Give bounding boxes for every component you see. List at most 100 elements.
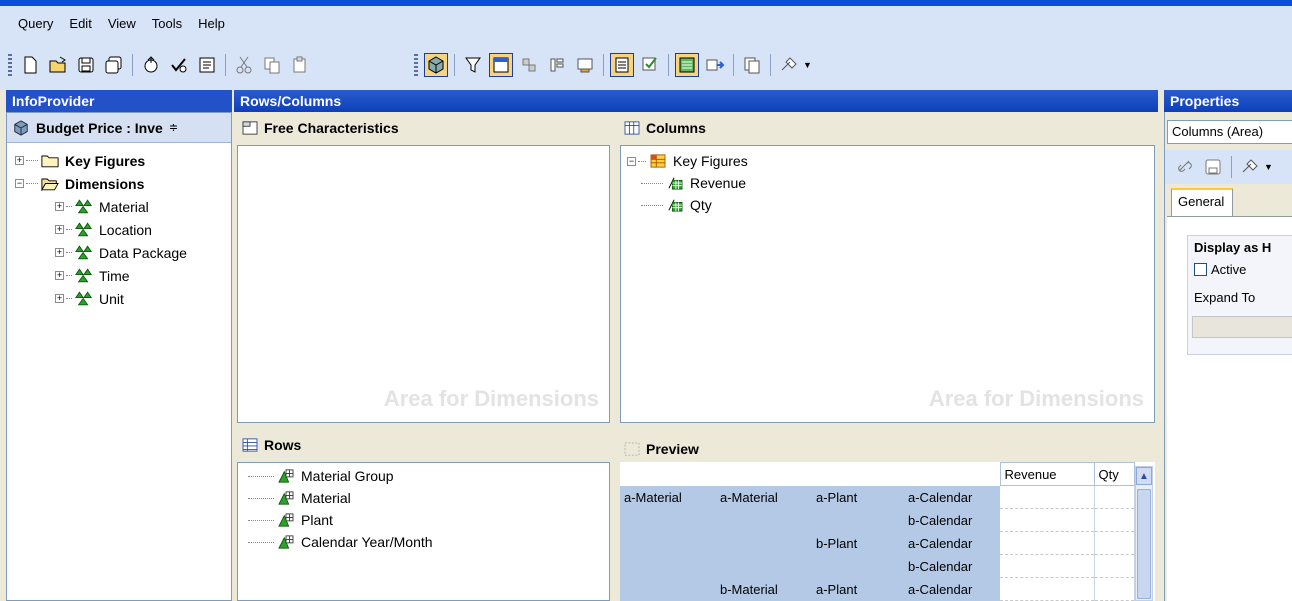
tools-dropdown-icon[interactable]	[1238, 155, 1262, 179]
toolbar-separator	[770, 54, 771, 76]
toolbar-grip[interactable]	[414, 54, 418, 76]
chevron-down-icon[interactable]: ▼	[803, 60, 812, 70]
rows-columns-title: Rows/Columns	[234, 90, 1158, 112]
preview-area: Revenue Qty a-Material a-Material a-Plan…	[620, 462, 1155, 601]
collapse-icon[interactable]: −	[627, 156, 636, 166]
rows-item[interactable]: Material	[248, 487, 609, 509]
conditions-icon[interactable]	[545, 53, 569, 77]
expand-icon[interactable]: +	[55, 294, 64, 303]
cells-icon[interactable]	[517, 53, 541, 77]
rows-item[interactable]: Plant	[248, 509, 609, 531]
chevron-up-icon[interactable]: ▲	[1136, 467, 1152, 485]
tree-node-time[interactable]: + Time	[15, 264, 231, 287]
expand-icon[interactable]: +	[55, 248, 64, 257]
open-icon[interactable]	[46, 53, 70, 77]
preview-scrollbar[interactable]: ▲	[1135, 466, 1153, 601]
infoprovider-tree: + Key Figures − Dimensions + Material + …	[7, 143, 231, 310]
tree-node-location[interactable]: + Location	[15, 218, 231, 241]
link-icon[interactable]	[1173, 155, 1197, 179]
tools-dropdown-icon[interactable]	[777, 53, 801, 77]
sort-icon[interactable]: ≑	[169, 121, 178, 134]
display-hierarchy-group: Display as H Active Expand To	[1187, 235, 1292, 355]
properties-icon[interactable]	[195, 53, 219, 77]
active-checkbox[interactable]: Active	[1188, 258, 1292, 280]
toolbar-separator	[454, 54, 455, 76]
columns-node-key-figures[interactable]: − Key Figures	[627, 150, 1154, 172]
toolbar-separator	[668, 54, 669, 76]
free-characteristics-label: Free Characteristics	[240, 113, 399, 143]
menu-help[interactable]: Help	[198, 16, 225, 31]
expand-icon[interactable]: +	[55, 202, 64, 211]
exceptions-icon[interactable]	[573, 53, 597, 77]
rows-icon	[240, 436, 260, 454]
menu-query[interactable]: Query	[18, 16, 53, 31]
tab-general[interactable]: General	[1171, 188, 1233, 216]
table-row: b-Calendar	[620, 554, 1135, 578]
save-icon[interactable]	[1201, 155, 1225, 179]
properties-view-icon[interactable]	[610, 53, 634, 77]
save-all-icon[interactable]	[102, 53, 126, 77]
rows-item[interactable]: Calendar Year/Month	[248, 531, 609, 553]
menu-bar: Query Edit View Tools Help	[0, 6, 1292, 40]
documents-icon[interactable]	[740, 53, 764, 77]
rows-columns-icon[interactable]	[489, 53, 513, 77]
tree-label: Qty	[690, 197, 712, 213]
cut-icon[interactable]	[232, 53, 256, 77]
tree-node-material[interactable]: + Material	[15, 195, 231, 218]
table-row: b-Calendar	[620, 508, 1135, 532]
columns-node-qty[interactable]: Qty	[627, 194, 1154, 216]
expand-icon[interactable]: +	[15, 156, 24, 165]
infoprovider-header[interactable]: Budget Price : Inve ≑	[7, 113, 231, 143]
collapse-icon[interactable]: −	[15, 179, 24, 188]
infoprovider-view-icon[interactable]	[424, 53, 448, 77]
toolbar-grip[interactable]	[8, 54, 12, 76]
columns-area[interactable]: − Key Figures Revenue Qty Area for Dimen…	[620, 145, 1155, 423]
characteristic-icon	[276, 533, 296, 551]
tree-node-data-package[interactable]: + Data Package	[15, 241, 231, 264]
free-characteristics-area[interactable]: Area for Dimensions	[237, 145, 610, 423]
filter-icon[interactable]	[461, 53, 485, 77]
chevron-down-icon[interactable]: ▼	[1264, 162, 1273, 172]
menu-view[interactable]: View	[108, 16, 136, 31]
expand-to-field[interactable]	[1192, 316, 1292, 338]
preview-header-revenue: Revenue	[999, 462, 1095, 486]
tree-label: Material	[99, 198, 149, 215]
table-row: a-Material a-Material a-Plant a-Calendar	[620, 485, 1135, 509]
area-watermark: Area for Dimensions	[928, 386, 1144, 411]
where-used-icon[interactable]	[703, 53, 727, 77]
properties-object-select[interactable]: Columns (Area)	[1167, 120, 1292, 144]
table-row: b-Plant a-Calendar	[620, 531, 1135, 555]
dimension-icon	[74, 221, 94, 239]
menu-tools[interactable]: Tools	[152, 16, 182, 31]
check-query-icon[interactable]	[167, 53, 191, 77]
dimension-icon	[74, 198, 94, 216]
expand-icon[interactable]: +	[55, 225, 64, 234]
rows-item[interactable]: Material Group	[248, 465, 609, 487]
columns-label: Columns	[622, 113, 706, 143]
scrollbar-thumb[interactable]	[1137, 489, 1151, 599]
key-figure-icon	[665, 196, 685, 214]
properties-toolbar: ▼	[1165, 150, 1292, 184]
messages-icon[interactable]	[675, 53, 699, 77]
tasks-icon[interactable]	[638, 53, 662, 77]
save-icon[interactable]	[74, 53, 98, 77]
copy-icon[interactable]	[260, 53, 284, 77]
area-watermark: Area for Dimensions	[383, 386, 599, 411]
tree-node-dimensions[interactable]: − Dimensions	[15, 172, 231, 195]
tree-node-unit[interactable]: + Unit	[15, 287, 231, 310]
columns-node-revenue[interactable]: Revenue	[627, 172, 1154, 194]
tree-node-key-figures[interactable]: + Key Figures	[15, 149, 231, 172]
paste-icon[interactable]	[288, 53, 312, 77]
key-figures-structure-icon	[648, 152, 668, 170]
standard-toolbar	[8, 50, 316, 80]
new-query-icon[interactable]	[18, 53, 42, 77]
menu-edit[interactable]: Edit	[69, 16, 91, 31]
toolbar-separator	[733, 54, 734, 76]
preview-icon	[622, 440, 642, 458]
checkbox-icon[interactable]	[1194, 262, 1207, 276]
publish-icon[interactable]	[139, 53, 163, 77]
expand-icon[interactable]: +	[55, 271, 64, 280]
rows-area[interactable]: Material Group Material Plant Calendar Y…	[237, 462, 610, 601]
characteristic-icon	[276, 467, 296, 485]
view-toolbar: ▼	[414, 50, 816, 80]
